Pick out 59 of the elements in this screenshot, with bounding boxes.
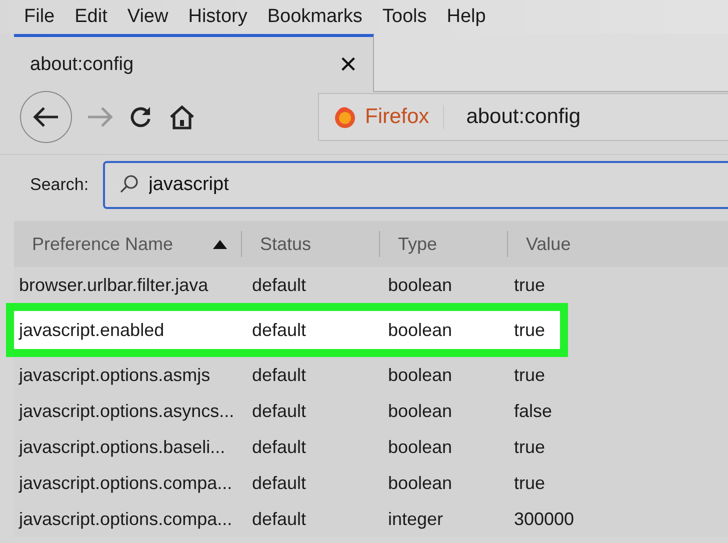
url-text: about:config <box>466 105 581 129</box>
column-header[interactable]: Preference Name <box>14 231 242 257</box>
table-cell-text: true <box>514 274 546 296</box>
menu-item[interactable]: Bookmarks <box>257 6 372 28</box>
browser-tab[interactable]: about:config × <box>14 34 374 92</box>
browser-logo-icon <box>333 105 357 129</box>
table-cell-text: boolean <box>388 472 454 494</box>
menu-item[interactable]: Help <box>436 6 496 28</box>
table-cell-text: javascript.options.asyncs... <box>19 400 236 422</box>
table-row[interactable]: javascript.options.compa... default integer 300000 <box>14 501 604 537</box>
table-cell-text: javascript.options.compa... <box>19 472 234 494</box>
menu-item[interactable]: Tools <box>372 6 437 28</box>
table-cell-text: javascript.options.baseli... <box>19 436 226 458</box>
table-cell-text: true <box>514 436 546 458</box>
table-cell-text: default <box>252 400 308 422</box>
home-icon <box>168 104 196 130</box>
menu-item[interactable]: History <box>178 6 258 28</box>
home-button[interactable] <box>168 104 196 130</box>
column-header[interactable]: Value <box>508 231 728 257</box>
browser-name: Firefox <box>365 105 444 129</box>
table-cell-text: 300000 <box>514 508 576 530</box>
table-cell-text: boolean <box>388 274 454 296</box>
menu-item[interactable]: File <box>14 6 65 28</box>
table-row[interactable]: browser.urlbar.filter.java default boolean true <box>14 267 604 303</box>
search-label: Search: <box>30 175 89 195</box>
table-cell-text: boolean <box>388 320 454 340</box>
back-button[interactable] <box>20 91 72 143</box>
table-row[interactable]: javascript.options.asyncs... default boolean false <box>14 393 604 429</box>
table-cell-text: default <box>252 364 308 386</box>
table-cell-text: javascript.options.asmjs <box>19 364 212 386</box>
table-cell-text: boolean <box>388 436 454 458</box>
table-row[interactable]: javascript.options.asmjs default boolean true <box>14 357 604 393</box>
table-cell-text: true <box>514 320 546 340</box>
table-cell-text: boolean <box>388 364 454 386</box>
column-header[interactable]: Type <box>380 231 508 257</box>
table-cell-text: default <box>252 274 308 296</box>
table-cell-text: true <box>514 472 546 494</box>
menu-item[interactable]: Edit <box>64 6 118 28</box>
address-bar[interactable]: Firefox about:config <box>318 93 728 141</box>
table-cell-text: true <box>514 364 546 386</box>
table-cell-text: default <box>252 472 308 494</box>
table-cell-text: javascript.enabled <box>19 320 166 340</box>
table-cell-text: boolean <box>388 400 454 422</box>
back-arrow-icon <box>32 105 60 129</box>
table-row[interactable]: javascript.options.baseli... default boolean true <box>14 429 604 465</box>
table-cell-text: integer <box>388 508 444 530</box>
table-cell-text: javascript.options.compa... <box>19 508 234 530</box>
forward-arrow-icon <box>86 105 114 129</box>
menu-item[interactable]: View <box>117 6 178 28</box>
table-row[interactable]: javascript.enabled default boolean true <box>14 311 560 349</box>
table-row[interactable]: javascript.options.compa... default boolean true <box>14 465 604 501</box>
table-cell-text: default <box>252 436 308 458</box>
table-cell-text: false <box>514 400 554 422</box>
table-cell-text: browser.urlbar.filter.java <box>19 274 210 296</box>
close-tab-button[interactable]: × <box>339 50 357 80</box>
table-cell-text: default <box>252 508 308 530</box>
table-cell-text: default <box>252 320 308 340</box>
tab-title: about:config <box>30 54 134 76</box>
column-header[interactable]: Status <box>242 231 380 257</box>
